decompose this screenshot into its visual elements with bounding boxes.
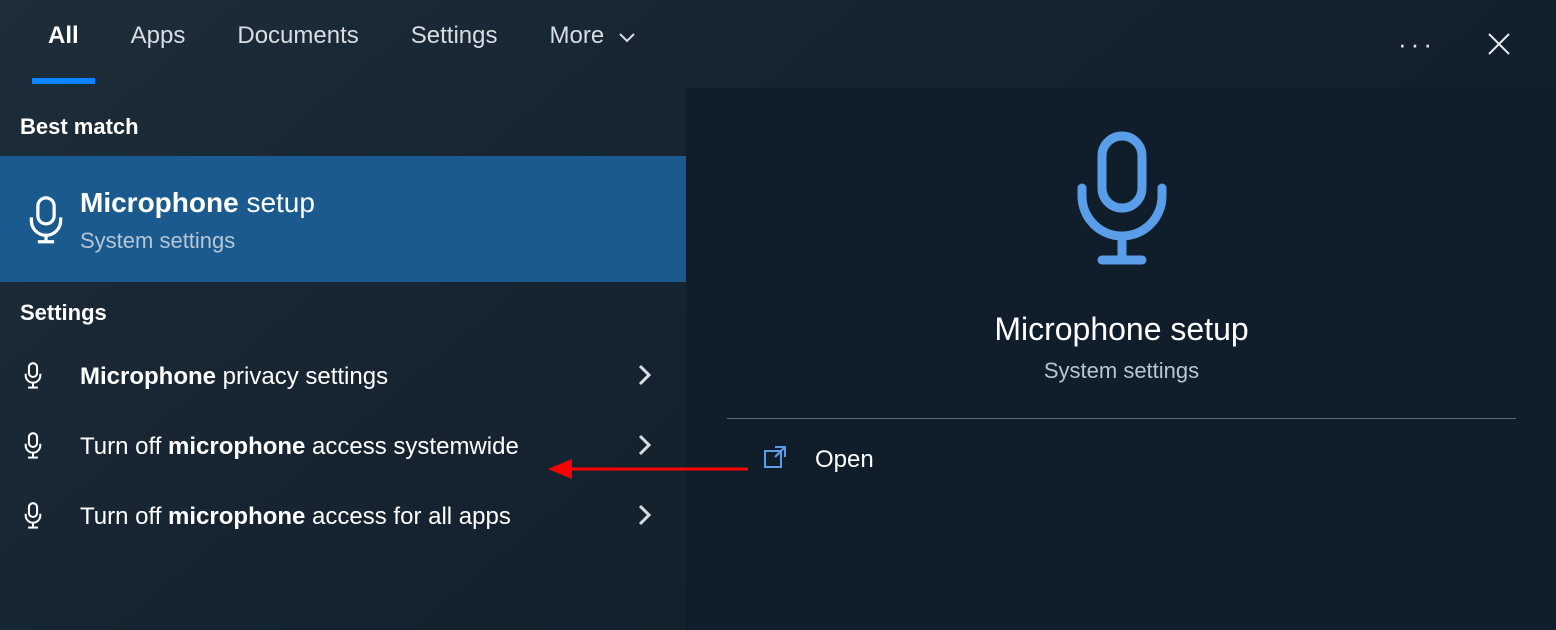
microphone-icon <box>20 193 76 245</box>
result-title: Turn off microphone access for all apps <box>80 501 638 533</box>
chevron-right-icon <box>638 434 666 461</box>
results-column: Best match Microphone setup System setti… <box>0 88 686 630</box>
detail-content: Microphone setup System settings Open <box>687 118 1556 500</box>
main-content: Best match Microphone setup System setti… <box>0 88 1556 630</box>
tabs: All Apps Documents Settings More <box>24 4 639 84</box>
result-title: Turn off microphone access systemwide <box>80 431 638 463</box>
open-icon <box>763 445 789 474</box>
tab-settings[interactable]: Settings <box>407 4 502 84</box>
microphone-icon <box>1062 128 1182 283</box>
chevron-down-icon <box>619 22 635 50</box>
chevron-right-icon <box>638 504 666 531</box>
result-text: Turn off microphone access systemwide <box>76 419 638 475</box>
close-button[interactable] <box>1486 31 1512 57</box>
tab-apps[interactable]: Apps <box>127 4 190 84</box>
result-title: Microphone setup <box>80 184 666 222</box>
open-action[interactable]: Open <box>727 419 1516 500</box>
result-text: Microphone privacy settings <box>76 349 638 405</box>
open-label: Open <box>815 446 874 474</box>
detail-title: Microphone setup <box>994 311 1248 348</box>
result-text: Turn off microphone access for all apps <box>76 489 638 545</box>
section-best-match-label: Best match <box>0 96 686 156</box>
microphone-icon <box>20 430 76 464</box>
top-tab-bar: All Apps Documents Settings More ··· <box>0 0 1556 88</box>
result-title: Microphone privacy settings <box>80 361 638 393</box>
microphone-icon <box>20 500 76 534</box>
tab-all[interactable]: All <box>44 4 83 84</box>
tab-more[interactable]: More <box>545 4 638 84</box>
section-settings-label: Settings <box>0 282 686 342</box>
detail-subtitle: System settings <box>1044 358 1199 384</box>
more-options-button[interactable]: ··· <box>1398 29 1436 60</box>
chevron-right-icon <box>638 364 666 391</box>
tab-documents[interactable]: Documents <box>233 4 362 84</box>
result-mic-access-all-apps[interactable]: Turn off microphone access for all apps <box>0 482 686 552</box>
result-mic-privacy[interactable]: Microphone privacy settings <box>0 342 686 412</box>
microphone-icon <box>20 360 76 394</box>
result-text: Microphone setup System settings <box>76 172 666 266</box>
topbar-actions: ··· <box>1398 29 1532 60</box>
detail-pane: Microphone setup System settings Open <box>686 88 1556 630</box>
result-best-match[interactable]: Microphone setup System settings <box>0 156 686 282</box>
tab-more-label: More <box>549 22 604 49</box>
result-mic-access-systemwide[interactable]: Turn off microphone access systemwide <box>0 412 686 482</box>
result-subtitle: System settings <box>80 228 666 254</box>
